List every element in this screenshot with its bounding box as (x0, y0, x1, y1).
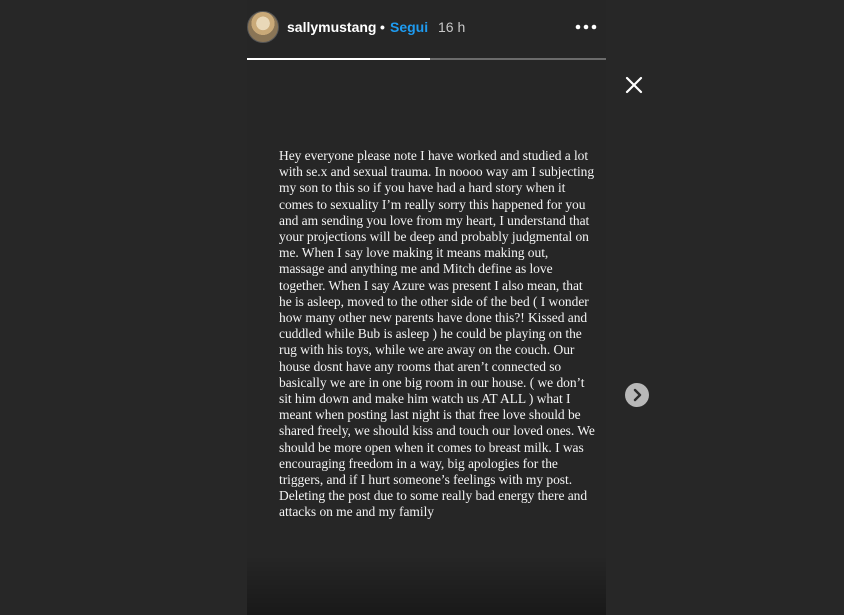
close-glyph (625, 76, 643, 94)
progress-segment-1 (247, 58, 430, 60)
story-bottom-shade (247, 555, 606, 615)
username[interactable]: sallymustang (287, 19, 376, 35)
timestamp: 16 h (438, 19, 466, 35)
close-icon[interactable] (623, 74, 645, 96)
progress-segment-2 (431, 58, 606, 60)
next-chevron-glyph (633, 388, 642, 402)
story-header: sallymustang • Segui 16 h (247, 8, 606, 48)
follow-button[interactable]: Segui (390, 19, 428, 35)
more-dots-graphic (575, 24, 597, 30)
chevron-right-icon[interactable] (625, 383, 649, 407)
story-progress-bar (247, 58, 606, 60)
separator-dot: • (380, 19, 385, 35)
more-horizontal-icon[interactable] (574, 17, 598, 37)
story-text: Hey everyone please note I have worked a… (279, 148, 595, 520)
avatar[interactable] (247, 11, 279, 43)
